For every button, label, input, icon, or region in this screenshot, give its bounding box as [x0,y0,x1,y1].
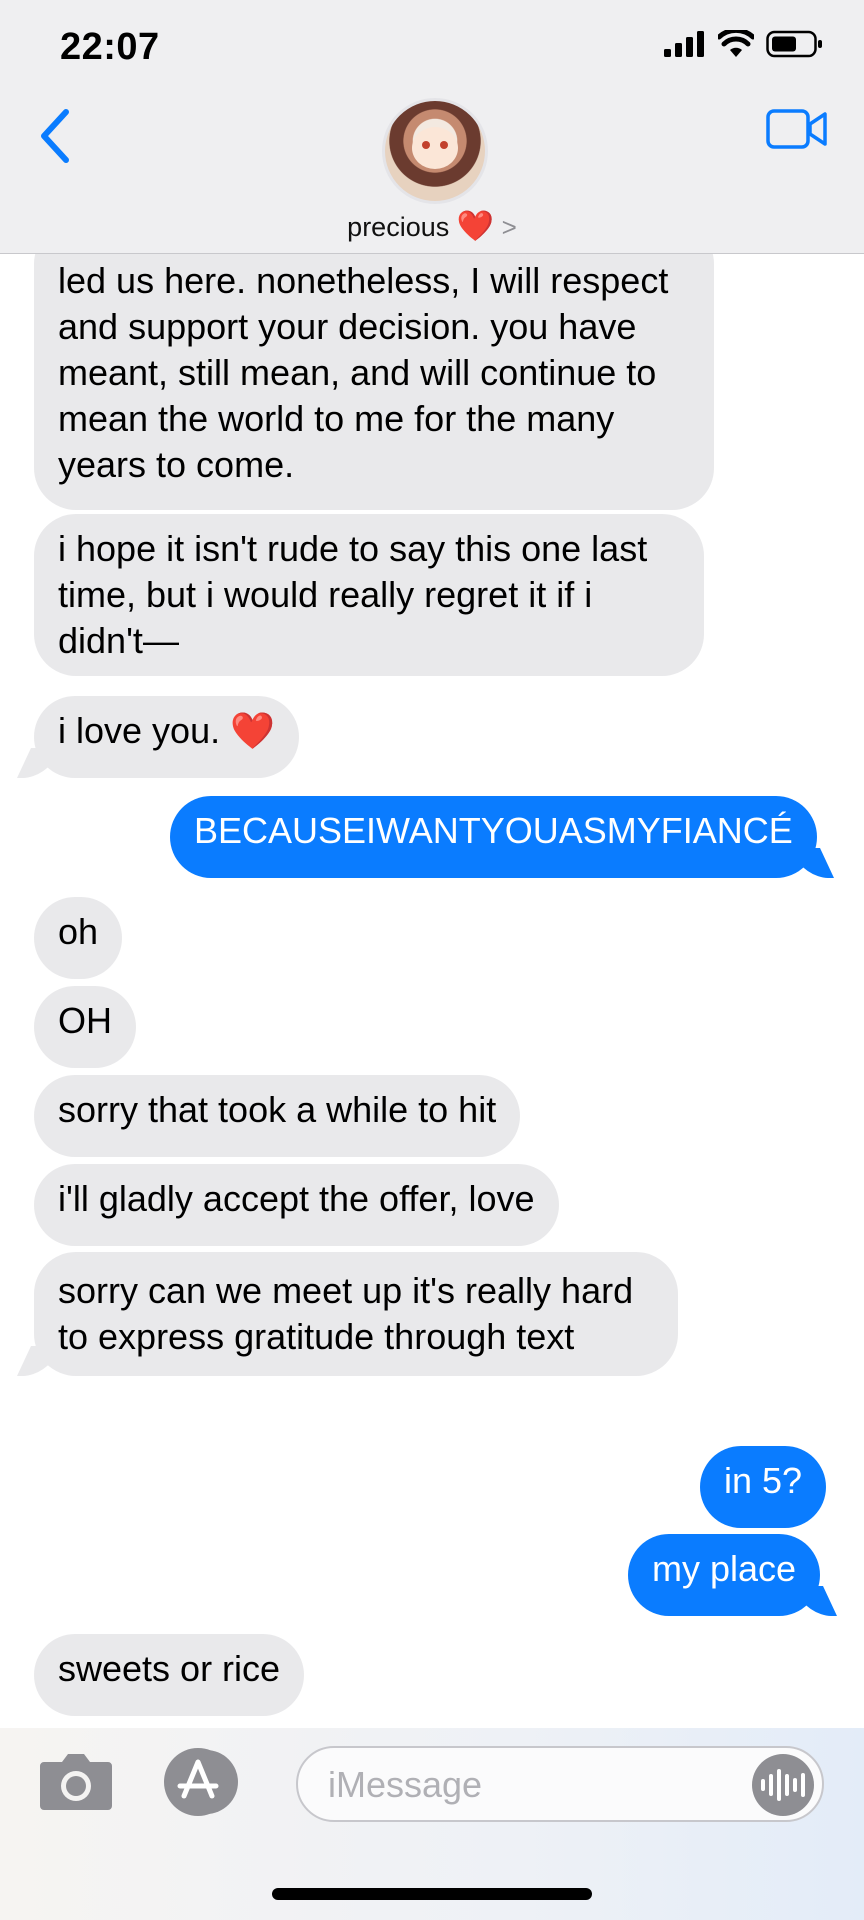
message-thread: led us here. nonetheless, I will respect… [0,0,864,1728]
message-text: oh [58,911,99,952]
message-text: led us here. nonetheless, I will respect… [58,260,669,485]
message-bubble-incoming[interactable]: sorry that took a while to hit [34,1075,521,1157]
message-bubble-outgoing[interactable]: my place [628,1534,821,1616]
message-bubble-incoming[interactable]: i hope it isn't rude to say this one las… [34,514,704,676]
message-text: sorry that took a while to hit [58,1089,497,1130]
message-bubble-outgoing[interactable]: BECAUSEIWANTYOUASMYFIANCÉ [170,796,817,878]
avatar-eye [422,141,430,149]
video-call-icon[interactable] [766,108,828,150]
conversation-header: 22:07 precious ❤️ > [0,0,864,254]
message-bubble-incoming[interactable]: i'll gladly accept the offer, love [34,1164,559,1246]
wifi-icon [718,30,754,57]
message-bubble-incoming[interactable]: i love you. ❤️ [34,696,299,778]
message-text: BECAUSEIWANTYOUASMYFIANCÉ [194,810,793,851]
heart-emoji: ❤️ [456,210,495,243]
imessage-input[interactable]: iMessage [296,1746,824,1822]
app-store-glyph [177,1759,219,1799]
message-text: i'll gladly accept the offer, love [58,1178,535,1219]
avatar-face [412,127,458,169]
signal-icon [664,31,704,57]
message-text: i hope it isn't rude to say this one las… [58,528,648,661]
status-time: 22:07 [60,26,160,68]
home-indicator [272,1888,592,1900]
message-text: sorry can we meet up it's really hard to… [58,1270,634,1357]
message-text: my place [652,1548,797,1589]
contact-name: precious [347,212,450,242]
chevron-right-icon: > [501,212,517,242]
message-bubble-incoming[interactable]: oh [34,897,123,979]
message-bubble-incoming[interactable]: OH [34,986,136,1068]
status-icons [664,30,824,58]
avatar-eye [440,141,448,149]
message-bubble-incoming[interactable]: led us here. nonetheless, I will respect… [34,222,714,510]
audio-waveform-icon[interactable] [752,1754,814,1816]
contact-name-row[interactable]: precious ❤️ > [0,209,864,244]
camera-icon[interactable] [38,1750,114,1812]
contact-avatar[interactable] [382,98,488,204]
message-input-bar: iMessage [0,1728,864,1920]
message-bubble-outgoing[interactable]: in 5? [700,1446,827,1528]
message-bubble-incoming[interactable]: sweets or rice [34,1634,305,1716]
message-text: sweets or rice [58,1648,281,1689]
app-store-icon[interactable] [164,1748,232,1816]
message-text: OH [58,1000,112,1041]
back-chevron-icon[interactable] [34,106,74,166]
heart-emoji: ❤️ [230,710,275,751]
message-text: in 5? [724,1460,803,1501]
battery-icon [766,30,822,58]
message-bubble-incoming[interactable]: sorry can we meet up it's really hard to… [34,1252,678,1376]
input-placeholder: iMessage [328,1764,483,1805]
message-text: i love you. [58,710,231,751]
